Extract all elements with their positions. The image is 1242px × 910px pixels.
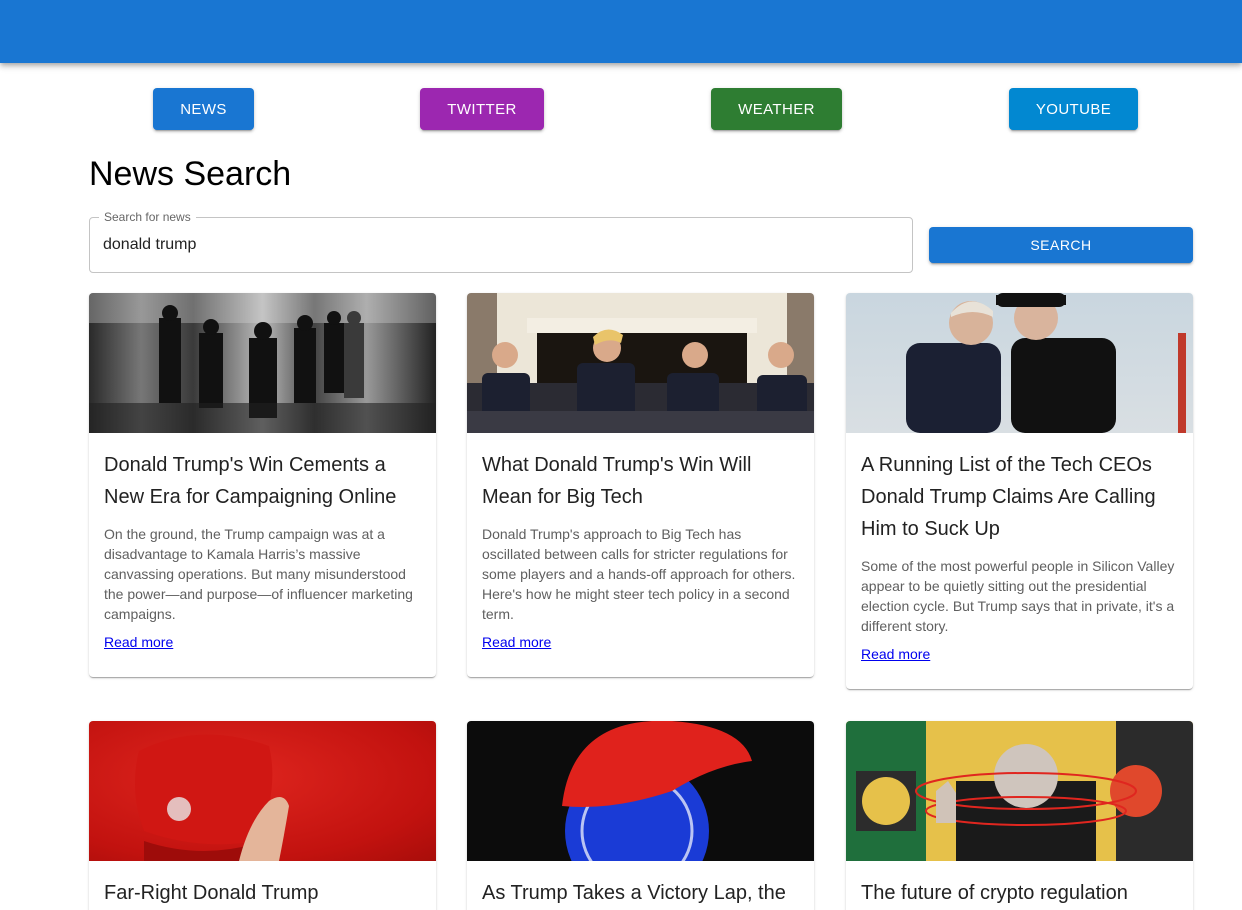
read-more-link[interactable]: Read more (861, 646, 930, 662)
article-title: The future of crypto regulation (861, 882, 1128, 904)
article-card: As Trump Takes a Victory Lap, the (467, 721, 814, 910)
read-more-link[interactable]: Read more (104, 634, 173, 650)
article-description: Some of the most powerful people in Sili… (861, 558, 1175, 634)
article-card: A Running List of the Tech CEOs Donald T… (846, 293, 1193, 689)
article-title: As Trump Takes a Victory Lap, the (482, 882, 786, 904)
article-image[interactable] (846, 293, 1193, 433)
article-image[interactable] (846, 721, 1193, 861)
article-image[interactable] (89, 293, 436, 433)
article-image[interactable] (467, 721, 814, 861)
search-input[interactable] (90, 218, 912, 272)
article-description: On the ground, the Trump campaign was at… (104, 526, 413, 622)
article-title: What Donald Trump's Win Will Mean for Bi… (482, 454, 752, 508)
article-title: Far-Right Donald Trump (104, 882, 319, 904)
search-field: Search for news (89, 210, 913, 273)
article-image[interactable] (89, 721, 436, 861)
nav-youtube-button[interactable]: YOUTUBE (1009, 88, 1138, 130)
nav-weather-button[interactable]: WEATHER (711, 88, 842, 130)
read-more-link[interactable]: Read more (482, 634, 551, 650)
app-bar (0, 0, 1242, 63)
article-card: Far-Right Donald Trump (89, 721, 436, 910)
nav-twitter-button[interactable]: TWITTER (420, 88, 544, 130)
article-title: Donald Trump's Win Cements a New Era for… (104, 454, 397, 508)
article-card: Donald Trump's Win Cements a New Era for… (89, 293, 436, 677)
article-card: The future of crypto regulation (846, 721, 1193, 910)
nav-news-button[interactable]: NEWS (153, 88, 254, 130)
article-title: A Running List of the Tech CEOs Donald T… (861, 454, 1156, 540)
article-card: What Donald Trump's Win Will Mean for Bi… (467, 293, 814, 677)
page-title: News Search (89, 155, 292, 193)
article-image[interactable] (467, 293, 814, 433)
article-description: Donald Trump's approach to Big Tech has … (482, 526, 796, 622)
search-button[interactable]: SEARCH (929, 227, 1193, 263)
